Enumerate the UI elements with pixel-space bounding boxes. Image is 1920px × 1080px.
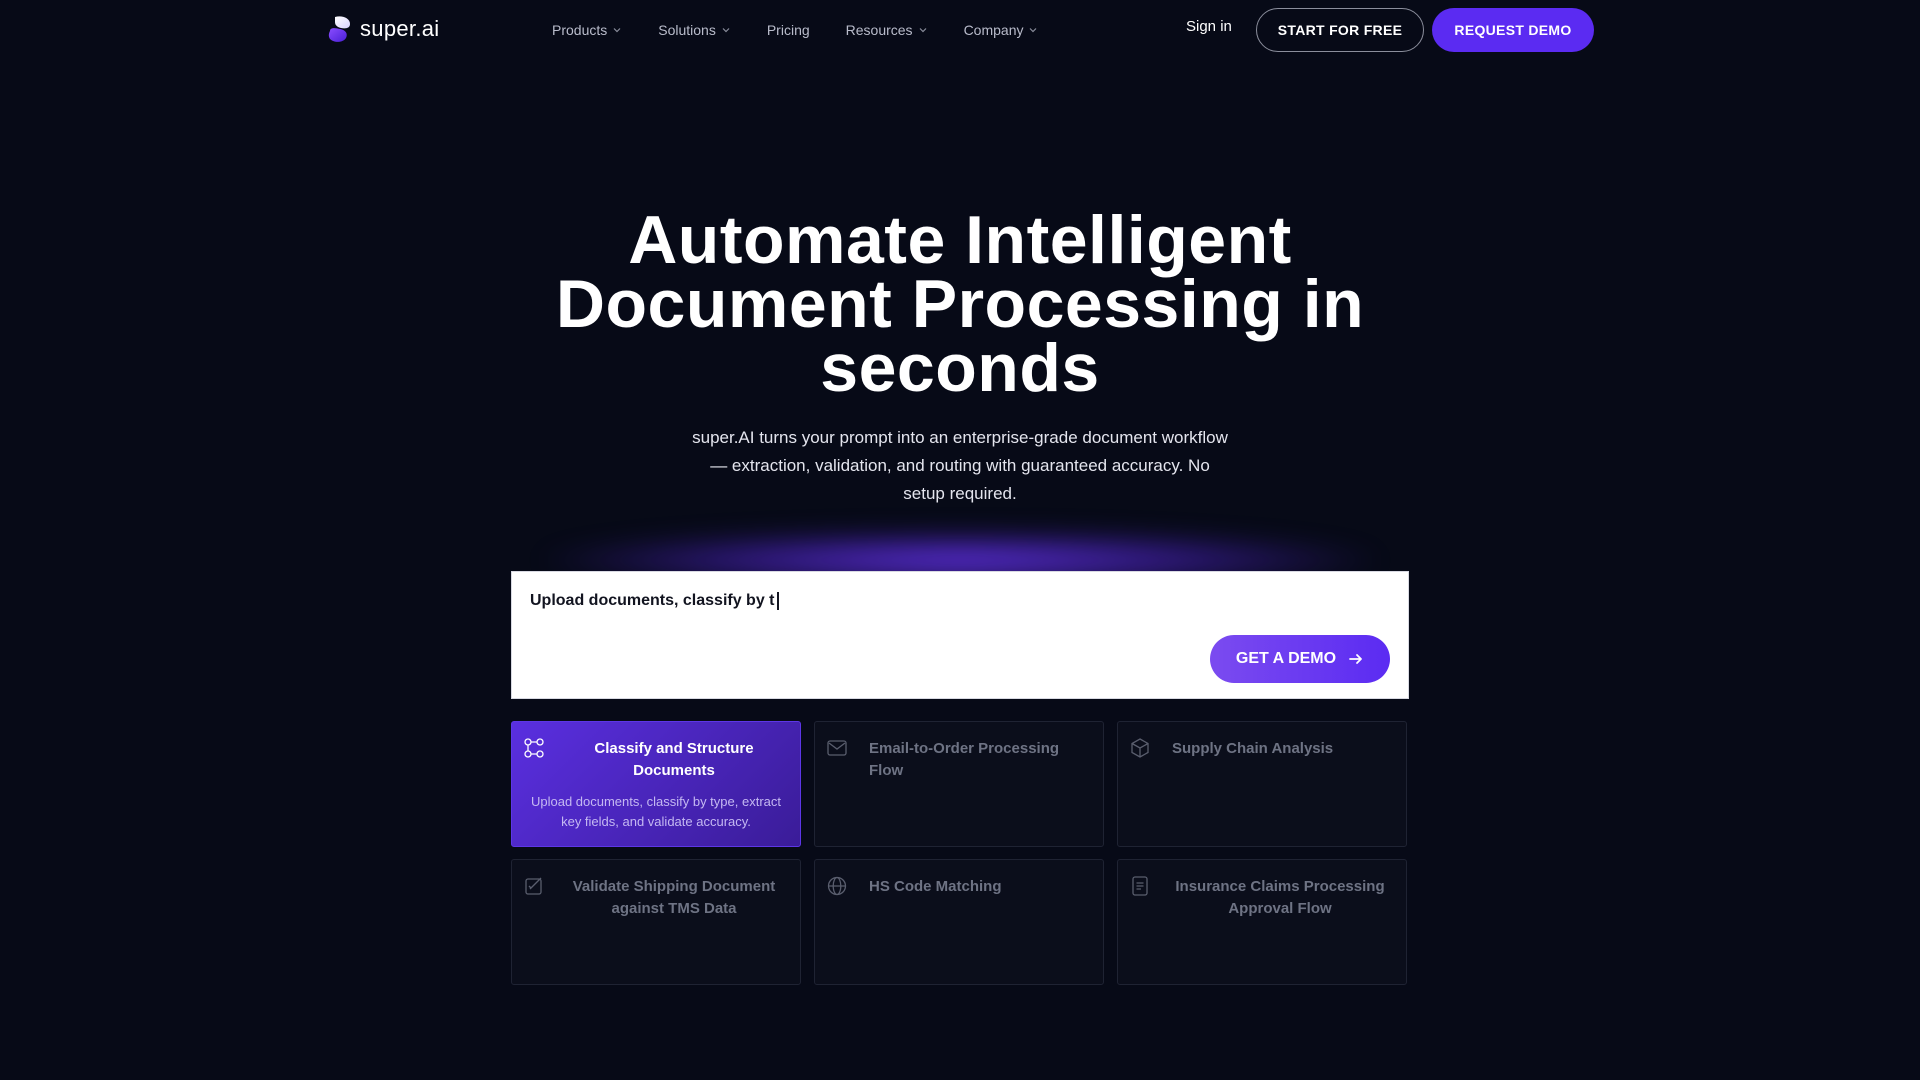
card-insurance-claims[interactable]: Insurance Claims Processing Approval Flo… <box>1117 859 1407 985</box>
get-a-demo-button[interactable]: GET A DEMO <box>1210 635 1390 683</box>
logo-icon <box>328 16 350 42</box>
card-description: Upload documents, classify by type, extr… <box>530 794 781 829</box>
prompt-input[interactable]: Upload documents, classify by t <box>530 592 779 610</box>
nav-company-label: Company <box>963 22 1024 38</box>
edit-check-icon <box>525 877 542 895</box>
nav-resources-label: Resources <box>845 22 913 38</box>
nav-products-label: Products <box>552 22 608 38</box>
nav-resources[interactable]: Resources <box>846 22 928 38</box>
get-a-demo-label: GET A DEMO <box>1235 650 1337 667</box>
globe-icon <box>827 876 847 896</box>
card-supply-chain[interactable]: Supply Chain Analysis <box>1117 721 1407 847</box>
start-for-free-button[interactable]: START FOR FREE <box>1256 8 1424 52</box>
card-email-to-order[interactable]: Email-to-Order Processing Flow <box>814 721 1104 847</box>
flow-nodes-icon <box>524 738 544 758</box>
card-classify-structure[interactable]: Classify and Structure Documents Upload … <box>511 721 801 847</box>
chevron-down-icon <box>722 28 730 33</box>
prompt-typed-text: Upload documents, classify by t <box>530 592 775 609</box>
card-title: Email-to-Order Processing Flow <box>869 740 1060 779</box>
hero-subtitle: super.AI turns your prompt into an enter… <box>692 428 1228 503</box>
box-icon <box>1131 738 1149 758</box>
card-validate-shipping[interactable]: Validate Shipping Document against TMS D… <box>511 859 801 985</box>
hero-title: Automate Intelligent Document Processing… <box>555 202 1365 406</box>
card-title: Classify and Structure Documents <box>594 740 754 779</box>
card-title: HS Code Matching <box>869 878 1002 895</box>
logo[interactable]: super.ai <box>326 14 439 44</box>
arrow-right-icon <box>1349 654 1362 664</box>
request-demo-button[interactable]: REQUEST DEMO <box>1432 8 1594 52</box>
top-navigation: super.ai Products Solutions Pricing Reso… <box>0 0 1920 60</box>
nav-solutions[interactable]: Solutions <box>658 22 731 38</box>
chevron-down-icon <box>613 28 621 33</box>
sign-in-link[interactable]: Sign in <box>1186 18 1232 35</box>
mail-icon <box>827 740 847 756</box>
nav-solutions-label: Solutions <box>658 22 716 38</box>
card-title: Insurance Claims Processing Approval Flo… <box>1175 878 1385 917</box>
card-title: Validate Shipping Document against TMS D… <box>572 878 776 917</box>
nav-pricing[interactable]: Pricing <box>767 22 810 38</box>
nav-products[interactable]: Products <box>552 22 622 38</box>
card-hs-code[interactable]: HS Code Matching <box>814 859 1104 985</box>
chevron-down-icon <box>1030 28 1037 33</box>
card-title: Supply Chain Analysis <box>1172 740 1334 757</box>
chevron-down-icon <box>919 28 926 33</box>
nav-links: Products Solutions Pricing Resources Com… <box>552 18 1038 42</box>
template-cards: Classify and Structure Documents Upload … <box>511 721 1409 985</box>
document-icon <box>1132 876 1148 896</box>
prompt-box[interactable]: Upload documents, classify by t GET A DE… <box>511 571 1409 699</box>
text-caret <box>776 592 779 610</box>
nav-pricing-label: Pricing <box>766 22 810 38</box>
logo-text: super.ai <box>360 16 440 41</box>
nav-company[interactable]: Company <box>964 22 1039 38</box>
